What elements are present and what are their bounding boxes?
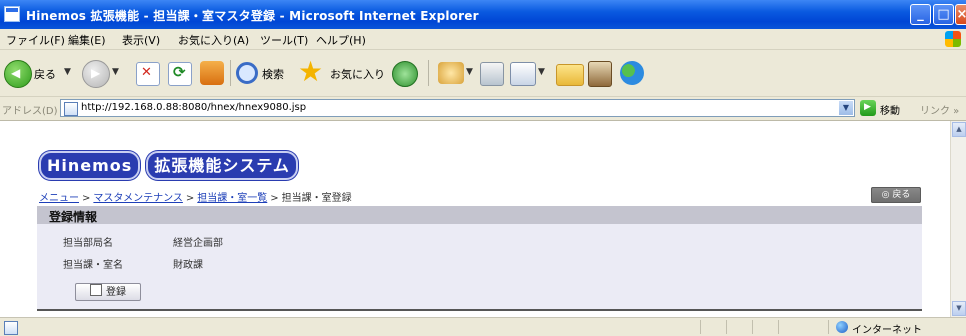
page-back-button[interactable]: ◎ 戻る	[871, 187, 921, 203]
edit-dropdown-icon[interactable]: ▼	[538, 67, 545, 77]
logo-extension-system: 拡張機能システム	[146, 151, 298, 180]
favorites-button-label[interactable]: お気に入り	[330, 66, 385, 82]
department-label: 担当部局名	[63, 238, 113, 249]
menu-help[interactable]: ヘルプ(H)	[316, 32, 366, 48]
breadcrumb-separator: >	[270, 193, 279, 204]
menu-file[interactable]: ファイル(F)	[6, 32, 65, 48]
breadcrumb-current: 担当課・室登録	[281, 193, 352, 204]
panel-title: 登録情報	[49, 210, 98, 224]
breadcrumb-section-list-link[interactable]: 担当課・室一覧	[197, 193, 267, 204]
go-arrow-icon[interactable]	[860, 100, 876, 116]
address-label: アドレス(D)	[2, 106, 58, 117]
mail-dropdown-icon[interactable]: ▼	[466, 67, 473, 77]
registration-panel: 登録情報 担当部局名 経営企画部 担当課・室名 財政課 登録	[37, 206, 922, 311]
status-bar: インターネット	[0, 317, 966, 336]
address-bar: アドレス(D) http://192.168.0.88:8080/hnex/hn…	[0, 97, 966, 121]
toolbar-separator	[230, 60, 231, 86]
breadcrumb-master-maintenance-link[interactable]: マスタメンテナンス	[93, 193, 183, 204]
print-icon[interactable]	[480, 62, 504, 86]
toolbar: 戻る ▼ ▼ 検索 お気に入り ▼ ▼	[0, 50, 966, 97]
address-input[interactable]: http://192.168.0.88:8080/hnex/hnex9080.j…	[60, 99, 855, 117]
scroll-down-icon[interactable]: ▼	[952, 301, 966, 316]
address-dropdown-icon[interactable]: ▼	[839, 101, 853, 115]
stop-icon[interactable]	[136, 62, 160, 86]
menu-favorites[interactable]: お気に入り(A)	[178, 32, 249, 48]
status-divider	[752, 320, 753, 334]
windows-logo-icon	[945, 31, 961, 47]
breadcrumb-menu-link[interactable]: メニュー	[39, 193, 79, 204]
forward-dropdown-icon[interactable]: ▼	[112, 67, 119, 77]
back-dropdown-icon[interactable]: ▼	[64, 67, 71, 77]
status-divider	[726, 320, 727, 334]
minimize-button[interactable]: _	[910, 4, 931, 25]
address-url[interactable]: http://192.168.0.88:8080/hnex/hnex9080.j…	[81, 102, 306, 113]
search-icon[interactable]	[236, 62, 258, 84]
search-button-label[interactable]: 検索	[262, 66, 284, 82]
mail-icon[interactable]	[438, 62, 464, 84]
maximize-button[interactable]: □	[933, 4, 954, 25]
panel-header: 登録情報	[37, 206, 922, 224]
internet-zone-icon	[836, 321, 848, 333]
favorites-star-icon[interactable]	[298, 55, 326, 88]
folder-icon[interactable]	[556, 64, 584, 86]
history-icon[interactable]	[392, 61, 418, 87]
status-divider	[778, 320, 779, 334]
status-divider	[828, 320, 829, 334]
menu-tools[interactable]: ツール(T)	[260, 32, 308, 48]
menu-bar: ファイル(F) 編集(E) 表示(V) お気に入り(A) ツール(T) ヘルプ(…	[0, 29, 966, 50]
research-icon[interactable]	[588, 61, 612, 87]
status-divider	[700, 320, 701, 334]
home-icon[interactable]	[200, 61, 224, 85]
close-button[interactable]: ×	[955, 4, 966, 25]
scroll-up-icon[interactable]: ▲	[952, 122, 966, 137]
edit-icon[interactable]	[510, 62, 536, 86]
register-icon	[90, 284, 102, 296]
breadcrumb: メニュー > マスタメンテナンス > 担当課・室一覧 > 担当課・室登録	[39, 189, 352, 204]
links-label[interactable]: リンク »	[920, 102, 959, 117]
back-button-label[interactable]: 戻る	[34, 66, 56, 82]
refresh-icon[interactable]	[168, 62, 192, 86]
title-bar: Hinemos 拡張機能 - 担当課・室マスタ登録 - Microsoft In…	[0, 0, 966, 29]
internet-zone-label: インターネット	[852, 325, 922, 336]
register-button-label: 登録	[106, 287, 126, 298]
department-value: 経営企画部	[173, 238, 223, 249]
forward-arrow-icon[interactable]	[82, 60, 110, 88]
toolbar-separator	[428, 60, 429, 86]
hinemos-logo: Hinemos 拡張機能システム	[39, 151, 304, 180]
page-status-icon	[4, 321, 18, 335]
ie-window-icon[interactable]	[4, 6, 20, 22]
go-button-label[interactable]: 移動	[880, 102, 900, 117]
logo-hinemos: Hinemos	[39, 151, 141, 180]
menu-edit[interactable]: 編集(E)	[68, 32, 106, 48]
window-title: Hinemos 拡張機能 - 担当課・室マスタ登録 - Microsoft In…	[26, 9, 479, 23]
register-button[interactable]: 登録	[75, 283, 141, 301]
section-label: 担当課・室名	[63, 260, 123, 271]
menu-view[interactable]: 表示(V)	[122, 32, 160, 48]
breadcrumb-separator: >	[185, 193, 195, 204]
vertical-scrollbar[interactable]: ▲ ▼	[950, 121, 966, 317]
back-arrow-icon[interactable]	[4, 60, 32, 88]
page-icon	[64, 102, 78, 116]
section-value: 財政課	[173, 260, 203, 271]
page-viewport: Hinemos 拡張機能システム メニュー > マスタメンテナンス > 担当課・室一覧 > 担…	[0, 121, 950, 317]
breadcrumb-separator: >	[82, 193, 91, 204]
messenger-icon[interactable]	[620, 61, 644, 85]
